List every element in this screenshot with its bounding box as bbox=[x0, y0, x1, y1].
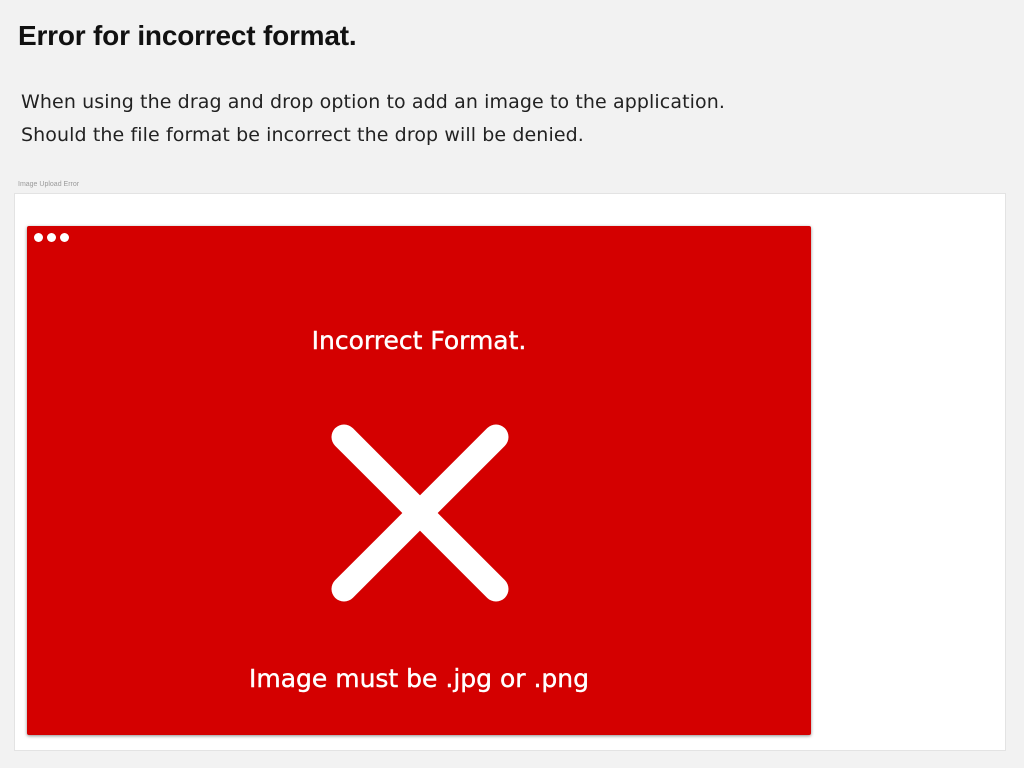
page: Error for incorrect format. When using t… bbox=[0, 0, 1024, 768]
error-window: Incorrect Format. Image must be .jpg or … bbox=[27, 226, 811, 735]
window-dot-maximize[interactable] bbox=[60, 233, 69, 242]
window-dot-minimize[interactable] bbox=[47, 233, 56, 242]
page-description: When using the drag and drop option to a… bbox=[21, 86, 725, 152]
description-line: When using the drag and drop option to a… bbox=[21, 91, 726, 113]
error-message: Image must be .jpg or .png bbox=[248, 664, 590, 693]
window-dot-close[interactable] bbox=[34, 233, 43, 242]
artboard-label: Image Upload Error bbox=[18, 181, 80, 188]
page-title: Error for incorrect format. bbox=[18, 20, 357, 51]
error-heading: Incorrect Format. bbox=[311, 326, 527, 355]
window-controls bbox=[34, 233, 69, 242]
artboard: Incorrect Format. Image must be .jpg or … bbox=[15, 194, 1005, 750]
description-line: Should the file format be incorrect the … bbox=[21, 124, 584, 146]
close-x-icon bbox=[331, 424, 509, 602]
